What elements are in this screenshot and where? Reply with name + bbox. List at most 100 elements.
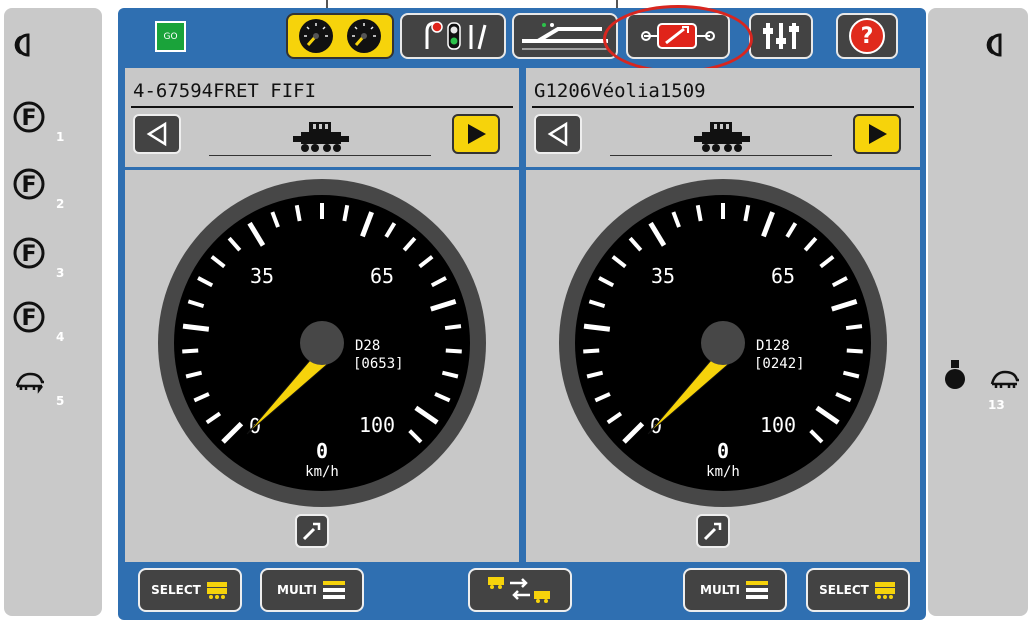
speedometer-gauge[interactable]: 35 65 0 100 D128 [0242] 0 km/h [556,176,890,510]
light-function-button[interactable] [14,32,36,63]
loco-name[interactable]: 4-67594FRET FIFI [133,80,316,102]
select-loco-button-left[interactable]: SELECT [138,568,242,612]
locomotive-icon [692,120,752,159]
shunting-turtle-icon [15,372,44,394]
multi-traction-button-left[interactable]: MULTI [260,568,364,612]
direction-reverse-button[interactable] [133,114,181,154]
multi-label: MULTI [277,583,317,597]
speed-value: 0 [316,439,328,463]
function-button-2[interactable]: F 2 [12,167,64,211]
loco-name[interactable]: G1206Véolia1509 [534,80,706,102]
panel-separator [125,167,519,170]
gauge-tick [846,348,863,354]
loco-address: D28 [355,338,380,354]
name-underline [131,106,513,108]
speed-value: 0 [717,439,729,463]
locomotive-icon [291,120,351,159]
function-number: 13 [988,398,1005,412]
help-label: ? [860,23,874,49]
gauge-tick [445,348,462,354]
arrow-right-icon [468,124,486,144]
headlight-icon [14,33,30,57]
loco-address-code: [0242] [754,356,805,372]
loco-address: D128 [756,338,790,354]
speedometer-gauge[interactable]: 35 65 0 100 D28 [0653] 0 km/h [155,176,489,510]
gauge-label-65: 65 [370,264,394,288]
function-number: 3 [56,266,65,280]
gauge-label-100: 100 [760,413,796,437]
gauge-label-35: 35 [651,264,675,288]
light-function-button[interactable] [986,32,1008,63]
help-button[interactable]: ? [836,13,898,59]
svg-text:F: F [21,306,36,331]
name-underline [532,106,914,108]
left-function-sidebar: F 1 F 2 F 3 F 4 5 [4,8,102,616]
wrench-icon [703,522,722,541]
loco-address-code: [0653] [353,356,404,372]
locomotive-icon [874,582,895,599]
function-button-1[interactable]: F 1 [12,100,64,144]
gauge-label-35: 35 [250,264,274,288]
function-number: 1 [56,130,65,144]
arrow-right-icon [869,124,887,144]
settings-sliders-button[interactable] [749,13,813,59]
list-icon [746,581,768,599]
function-f-icon: F [13,301,45,333]
loco-edit-button[interactable] [696,514,730,548]
loco-settings-button[interactable] [626,13,730,59]
track-layout-icon [522,23,608,50]
function-button-4[interactable]: F 4 [12,300,64,344]
function-f-icon: F [13,168,45,200]
select-loco-button-right[interactable]: SELECT [806,568,910,612]
function-button-5[interactable]: 5 [14,370,64,408]
multi-label: MULTI [700,583,740,597]
shunting-turtle-icon [990,370,1019,388]
gauge-tick [695,204,703,222]
top-strip [326,0,618,8]
track-layout-button[interactable] [512,13,618,59]
gauge-tick [182,348,199,354]
select-label: SELECT [151,583,201,597]
gauge-tick [743,204,751,222]
select-label: SELECT [819,583,869,597]
gauge-tick [583,348,600,354]
signals-button[interactable] [400,13,506,59]
gauge-tick [444,324,462,331]
loco-settings-icon [641,23,715,49]
throttle-gauges-icon [299,19,381,53]
svg-text:F: F [21,173,36,198]
locomotive-icon [206,582,227,599]
gauge-label-100: 100 [359,413,395,437]
function-button-13[interactable]: 13 [942,358,1019,412]
wrench-icon [302,522,321,541]
go-button[interactable]: GO [155,21,186,52]
loco-baseline [610,155,832,156]
direction-forward-button[interactable] [853,114,901,154]
arrow-left-icon [547,121,568,147]
function-f-icon: F [13,101,45,133]
gauge-tick [342,204,350,222]
gauge-label-65: 65 [771,264,795,288]
direction-reverse-button[interactable] [534,114,582,154]
arrow-left-icon [146,121,167,147]
throttle-view-button[interactable] [286,13,394,59]
swap-locos-icon [488,577,550,603]
function-number: 2 [56,197,65,211]
throttle-panel-right: G1206Véolia1509 35 65 0 100 D128 [0242] [526,68,920,562]
gauge-tick [845,324,863,331]
function-button-3[interactable]: F 3 [12,236,64,280]
svg-text:F: F [21,106,36,131]
throttle-panel-left: 4-67594FRET FIFI 35 65 0 100 D28 [0653] [125,68,519,562]
right-function-sidebar: 13 [928,8,1028,616]
loco-edit-button[interactable] [295,514,329,548]
loco-baseline [209,155,431,156]
multi-traction-button-right[interactable]: MULTI [683,568,787,612]
function-number: 4 [56,330,65,344]
speed-unit: km/h [706,464,740,480]
svg-text:F: F [21,242,36,267]
direction-forward-button[interactable] [452,114,500,154]
speed-unit: km/h [305,464,339,480]
swap-locos-button[interactable] [468,568,572,612]
panel-separator [526,167,920,170]
function-f-icon: F [13,237,45,269]
